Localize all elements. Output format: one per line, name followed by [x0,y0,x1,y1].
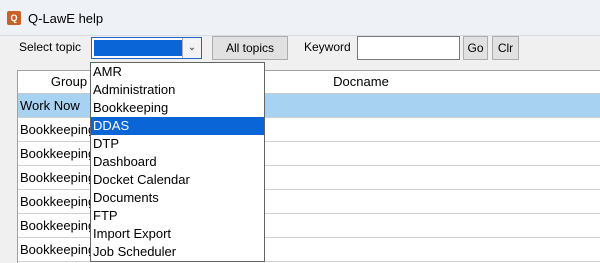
keyword-label: Keyword [304,40,351,54]
title-bar: Q Q-LawE help [0,0,600,36]
select-topic-label: Select topic [19,40,82,54]
dropdown-item[interactable]: Docket Calendar [91,171,264,189]
all-topics-button[interactable]: All topics [212,36,288,60]
dropdown-item[interactable]: FTP [91,207,264,225]
keyword-input[interactable] [357,36,460,60]
window-title: Q-LawE help [28,11,104,26]
dropdown-item[interactable]: Dashboard [91,153,264,171]
dropdown-item[interactable]: AMR [91,63,264,81]
dropdown-item[interactable]: Job Scheduler [91,243,264,261]
topic-dropdown-list[interactable]: AMR Administration Bookkeeping DDAS DTP Dashb… [90,62,265,262]
app-icon: Q [7,11,21,25]
dropdown-item[interactable]: DDAS [91,117,264,135]
topic-select[interactable]: ⌄ [91,37,202,59]
dropdown-item[interactable]: Documents [91,189,264,207]
clear-button[interactable]: Clr [492,36,519,60]
dropdown-item[interactable]: Import Export [91,225,264,243]
go-button[interactable]: Go [463,36,488,60]
dropdown-item[interactable]: Bookkeeping [91,99,264,117]
chevron-down-icon[interactable]: ⌄ [182,38,201,58]
dropdown-item[interactable]: Administration [91,81,264,99]
dropdown-item[interactable]: DTP [91,135,264,153]
topic-select-value [94,40,182,56]
